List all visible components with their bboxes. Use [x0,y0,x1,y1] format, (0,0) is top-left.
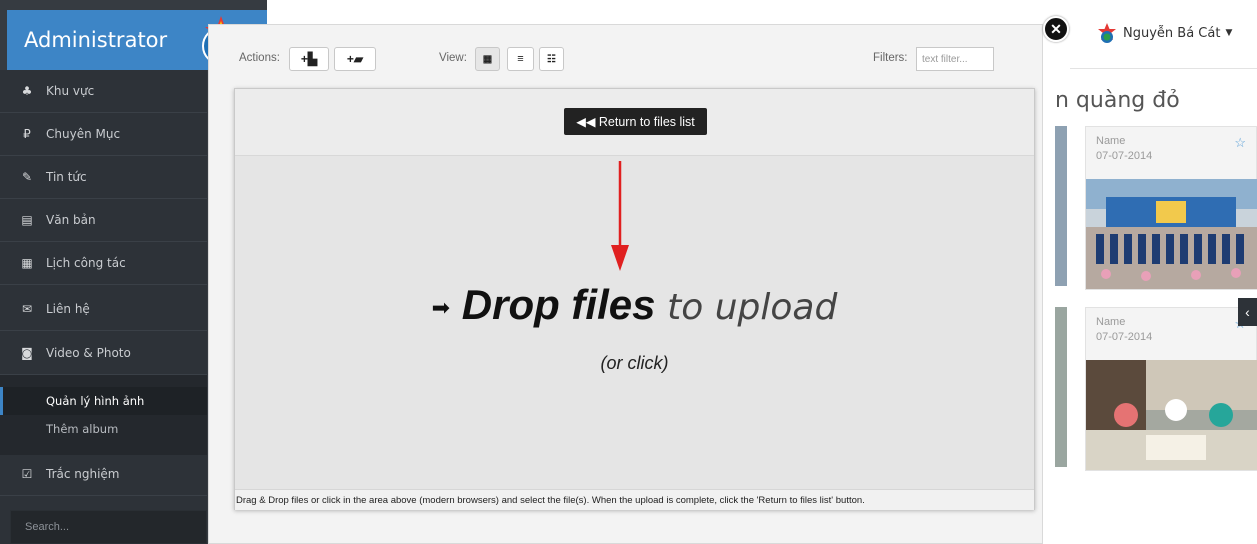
checkbox-icon: ☑ [21,467,33,481]
drop-files-subtitle: (or click) [600,353,669,373]
upload-dropzone[interactable]: ◀◀ Return to files list ➡ Drop files to … [234,88,1035,510]
card-name: Name [1096,135,1126,147]
red-arrow-annotation-icon [611,161,629,271]
calendar-icon: ▦ [21,256,33,270]
envelope-icon: ✉ [21,302,33,316]
pencil-icon: ✎ [21,170,33,184]
sidebar-nav: ♣ Khu vực ₽ Chuyên Mục ✎ Tin tức ▤ Văn b… [0,70,207,544]
photo-card-edge [1055,307,1067,467]
sidebar-item-label: Video & Photo [46,346,131,360]
sidebar-subitem-them-album[interactable]: Thêm album [0,415,207,443]
view-columns-button[interactable]: ☷ [539,47,564,71]
drop-files-light: to upload [667,287,838,328]
search-placeholder: Search... [25,521,70,533]
sidebar-item-label: Văn bản [46,213,96,227]
user-name: Nguyễn Bá Cát [1123,25,1221,41]
sitemap-icon: ♣ [21,84,33,98]
view-list-button[interactable]: ≡ [507,47,534,71]
sidebar-item-label: Liên hệ [46,302,90,316]
ruble-icon: ₽ [23,127,31,141]
photo-thumbnail [1086,179,1257,289]
sidebar-item-tin-tuc[interactable]: ✎ Tin tức [0,156,207,199]
sidebar-item-label: Chuyên Mục [46,127,121,141]
upload-panel-header: ◀◀ Return to files list [235,89,1034,156]
card-name: Name [1096,316,1126,328]
close-icon[interactable]: ✕ [1043,16,1069,42]
sidebar-item-label: Lịch công tác [46,256,126,270]
sidebar-item-khu-vuc[interactable]: ♣ Khu vực [0,70,207,113]
sidebar-item-chuyen-muc[interactable]: ₽ Chuyên Mục [0,113,207,156]
drop-files-bold: Drop files [461,281,656,328]
user-avatar-icon [1098,23,1116,43]
photo-card[interactable]: Name 07-07-2014 ☆ [1085,126,1257,290]
return-to-files-button[interactable]: ◀◀ Return to files list [564,108,707,135]
file-icon: ▤ [21,213,33,227]
sidebar-search-input[interactable]: Search... [10,510,207,544]
actions-label: Actions: [239,52,280,64]
sidebar-item-lich-cong-tac[interactable]: ▦ Lịch công tác [0,242,207,285]
photo-card[interactable]: Name 07-07-2014 ☆ [1085,307,1257,471]
filters-label: Filters: [873,52,908,64]
header-divider [1070,68,1257,69]
columns-icon: ☷ [547,53,556,65]
sidebar-item-video-photo[interactable]: ◙ Video & Photo [0,332,207,375]
grid-icon: ▦ [482,53,493,65]
page: ♣ Khu vực ₽ Chuyên Mục ✎ Tin tức ▤ Văn b… [0,0,1257,544]
caret-down-icon: ▼ [1225,28,1233,38]
card-date: 07-07-2014 [1096,150,1153,162]
sidebar-item-label: Trắc nghiệm [46,467,120,481]
filter-placeholder: text filter... [922,53,968,65]
view-grid-button[interactable]: ▦ [475,47,500,71]
page-title: n quàng đỏ [1055,88,1180,113]
list-icon: ≡ [517,53,524,65]
user-menu[interactable]: Nguyễn Bá Cát ▼ [1096,22,1232,44]
sidebar-item-van-ban[interactable]: ▤ Văn bản [0,199,207,242]
photo-card-edge [1055,126,1067,286]
sidebar-subitem-quan-ly-hinh-anh[interactable]: Quản lý hình ảnh [0,387,207,415]
photo-thumbnail [1086,360,1257,470]
card-date: 07-07-2014 [1096,331,1153,343]
view-label: View: [439,52,467,64]
star-icon[interactable]: ☆ [1234,135,1246,151]
sidebar-item-trac-nghiem[interactable]: ☑ Trắc nghiệm [0,453,207,496]
upload-instructions: Drag & Drop files or click in the area a… [235,489,1034,510]
filter-input[interactable]: text filter... [916,47,994,71]
chevron-left-icon[interactable]: ‹ [1238,298,1257,326]
brand-title[interactable]: Administrator [24,28,167,52]
add-folder-button[interactable]: +▰ [334,47,376,71]
sidebar-item-lien-he[interactable]: ✉ Liên hệ [0,288,207,331]
plus-file-icon: +▙ [300,52,318,66]
sidebar-submenu: Quản lý hình ảnh Thêm album [0,375,207,455]
sidebar-subitem-label: Quản lý hình ảnh [46,394,145,408]
camera-icon: ◙ [21,346,33,360]
drop-files-title: ➡ Drop files to upload [235,281,1034,329]
sidebar-item-label: Khu vực [46,84,95,98]
plus-folder-icon: +▰ [346,52,364,66]
sidebar-subitem-label: Thêm album [46,422,119,436]
sidebar-item-label: Tin tức [46,170,87,184]
arrow-right-icon: ➡ [431,294,451,320]
add-file-button[interactable]: +▙ [289,47,329,71]
file-manager-toolbar: Actions: +▙ +▰ View: ▦ ≡ ☷ Filters: text… [209,25,1042,87]
